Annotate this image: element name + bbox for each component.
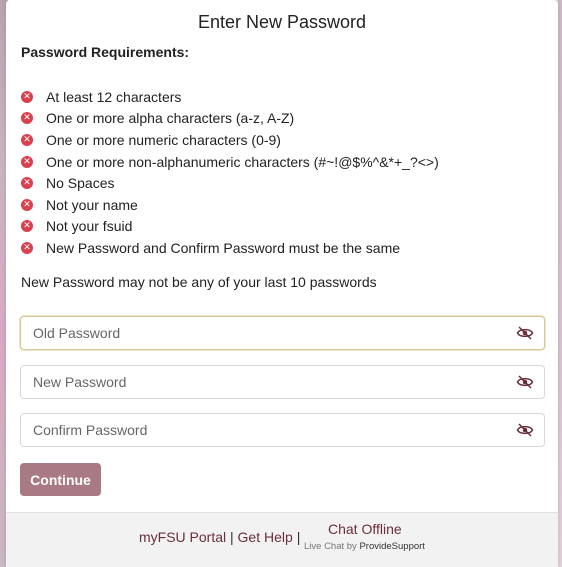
x-circle-icon: ✕ — [21, 220, 33, 233]
old-password-field — [20, 316, 545, 350]
requirement-item: ✕ Not your fsuid — [21, 216, 439, 238]
confirm-password-input[interactable] — [21, 414, 501, 446]
eye-slash-icon[interactable] — [516, 422, 534, 438]
requirement-item: ✕ New Password and Confirm Password must… — [21, 237, 439, 259]
eye-slash-icon[interactable] — [516, 374, 534, 390]
requirements-heading: Password Requirements: — [21, 44, 190, 60]
password-history-note: New Password may not be any of your last… — [21, 274, 377, 290]
requirements-list: ✕ At least 12 characters ✕ One or more a… — [21, 86, 439, 259]
footer-separator: | — [230, 529, 234, 545]
myfsu-portal-link[interactable]: myFSU Portal — [139, 529, 226, 545]
page-title: Enter New Password — [197, 12, 367, 32]
requirement-text: No Spaces — [46, 175, 115, 192]
requirement-text: One or more non-alphanumeric characters … — [46, 153, 439, 170]
x-circle-icon: ✕ — [21, 177, 33, 190]
x-circle-icon: ✕ — [21, 133, 33, 146]
requirement-text: Not your fsuid — [46, 218, 133, 235]
requirement-text: One or more numeric characters (0-9) — [46, 131, 281, 148]
get-help-link[interactable]: Get Help — [238, 529, 293, 545]
old-password-input[interactable] — [21, 317, 501, 349]
live-chat-widget[interactable]: Chat Offline Live Chat by ProvideSupport — [304, 521, 434, 552]
new-password-field — [20, 365, 545, 399]
password-card: Enter New Password Password Requirements… — [6, 0, 558, 567]
requirement-text: At least 12 characters — [46, 88, 182, 105]
x-circle-icon: ✕ — [21, 112, 33, 125]
requirement-text: Not your name — [46, 196, 138, 213]
chat-credit-prefix: Live Chat by — [304, 541, 360, 552]
x-circle-icon: ✕ — [21, 198, 33, 211]
requirement-item: ✕ One or more non-alphanumeric character… — [21, 151, 439, 173]
chat-status[interactable]: Chat Offline — [328, 521, 434, 537]
requirement-item: ✕ One or more alpha characters (a-z, A-Z… — [21, 108, 439, 130]
footer-separator: | — [296, 529, 301, 545]
eye-slash-icon[interactable] — [516, 325, 534, 341]
footer-links: myFSU Portal | Get Help | — [139, 529, 300, 545]
background-flowers-right — [558, 0, 562, 567]
requirement-item: ✕ Not your name — [21, 194, 439, 216]
requirement-item: ✕ At least 12 characters — [21, 86, 439, 108]
requirement-item: ✕ One or more numeric characters (0-9) — [21, 129, 439, 151]
requirement-text: One or more alpha characters (a-z, A-Z) — [46, 110, 295, 127]
new-password-input[interactable] — [21, 366, 501, 398]
x-circle-icon: ✕ — [21, 90, 33, 103]
confirm-password-field — [20, 413, 545, 447]
chat-credit-brand[interactable]: ProvideSupport — [359, 541, 424, 552]
x-circle-icon: ✕ — [21, 241, 33, 254]
chat-credit: Live Chat by ProvideSupport — [304, 541, 434, 552]
footer: myFSU Portal | Get Help | Chat Offline L… — [6, 512, 558, 567]
continue-button[interactable]: Continue — [20, 463, 101, 496]
requirement-item: ✕ No Spaces — [21, 172, 439, 194]
x-circle-icon: ✕ — [21, 155, 33, 168]
requirement-text: New Password and Confirm Password must b… — [46, 239, 401, 256]
